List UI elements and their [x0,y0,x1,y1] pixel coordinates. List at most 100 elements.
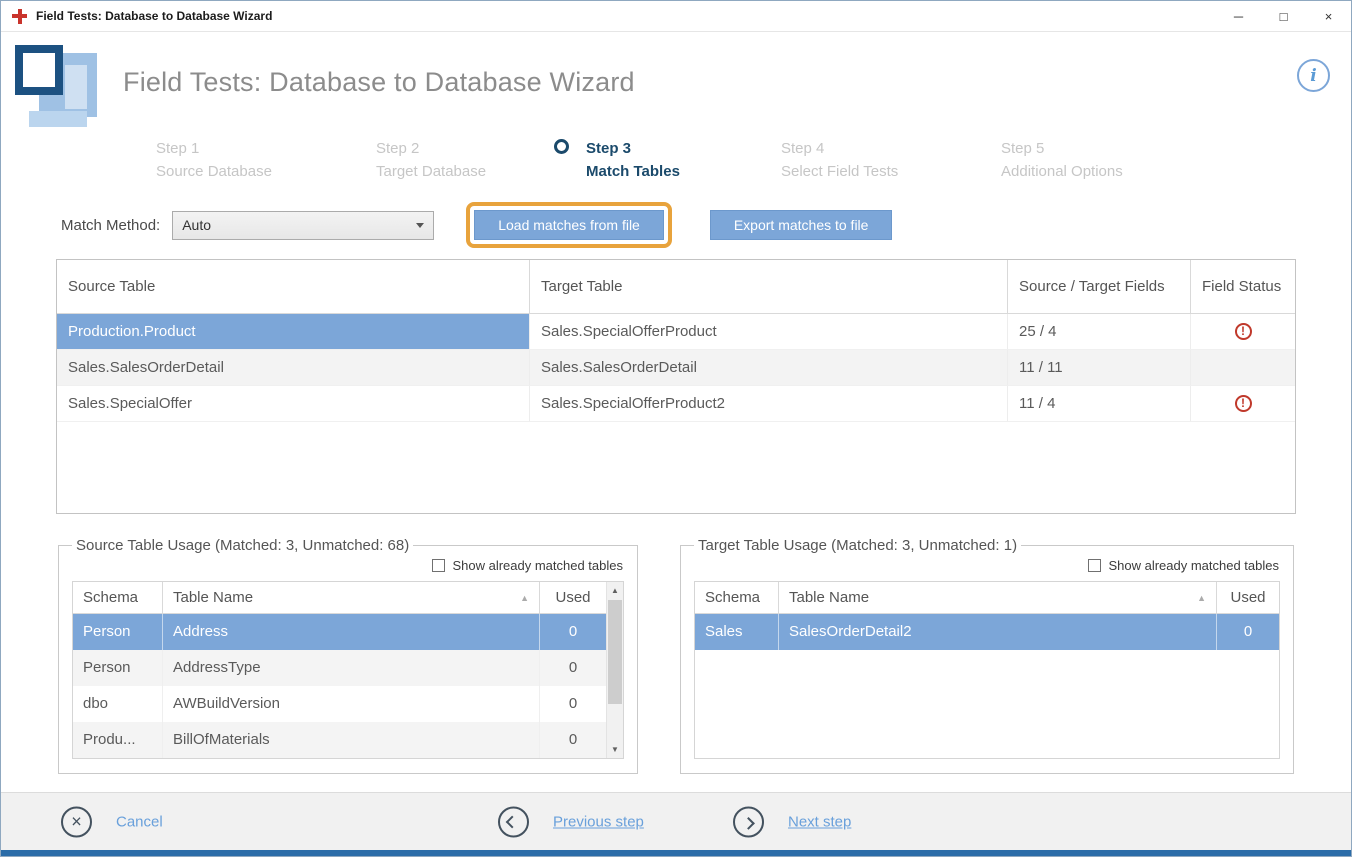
wizard-step-3-current[interactable]: Step 3 Match Tables [586,137,781,183]
chevron-left-icon [498,806,529,837]
field-status-error-icon: ! [1235,395,1252,412]
step-name: Step 3 [586,137,781,160]
field-status-cell[interactable]: ! [1191,314,1295,350]
step-name: Step 1 [156,137,376,160]
minimize-button[interactable]: ─ [1216,1,1261,31]
step-name: Step 4 [781,137,1001,160]
page-title: Field Tests: Database to Database Wizard [123,67,635,98]
wizard-step-1[interactable]: Step 1 Source Database [156,137,376,183]
source-table-cell[interactable]: Production.Product [57,314,530,350]
show-matched-checkbox[interactable] [432,559,445,572]
cancel-label: Cancel [116,813,163,830]
column-header-used[interactable]: Used [1217,582,1279,614]
step-label: Source Database [156,160,376,183]
column-header-used[interactable]: Used [540,582,606,614]
app-icon [12,9,27,24]
next-step-label: Next step [788,813,851,830]
table-name-cell[interactable]: AWBuildVersion [163,686,540,722]
window-title: Field Tests: Database to Database Wizard [36,9,272,23]
step-label: Match Tables [586,160,781,183]
schema-cell[interactable]: Person [73,614,163,650]
vertical-scrollbar[interactable]: ▲ ▼ [606,582,623,758]
used-cell[interactable]: 0 [1217,614,1279,650]
field-status-cell[interactable]: ! [1191,386,1295,422]
table-name-header-label: Table Name [173,589,253,606]
column-header-field-status: Field Status [1191,260,1295,314]
dropdown-arrow-icon [416,223,424,228]
field-status-cell[interactable] [1191,350,1295,386]
schema-cell[interactable]: dbo [73,686,163,722]
used-cell[interactable]: 0 [540,686,606,722]
fields-cell[interactable]: 11 / 4 [1008,386,1191,422]
column-header-schema[interactable]: Schema [695,582,779,614]
table-name-cell[interactable]: AddressType [163,650,540,686]
column-header-fields: Source / Target Fields [1008,260,1191,314]
maximize-button[interactable]: □ [1261,1,1306,31]
match-method-label: Match Method: [61,217,160,234]
show-matched-label[interactable]: Show already matched tables [1108,558,1279,573]
schema-cell[interactable]: Person [73,650,163,686]
fields-cell[interactable]: 25 / 4 [1008,314,1191,350]
fields-cell[interactable]: 11 / 11 [1008,350,1191,386]
match-method-value: Auto [182,217,211,233]
source-table-cell[interactable]: Sales.SpecialOffer [57,386,530,422]
scroll-down-icon[interactable]: ▼ [607,741,623,758]
show-matched-label[interactable]: Show already matched tables [452,558,623,573]
load-matches-button[interactable]: Load matches from file [474,210,664,240]
target-usage-title: Target Table Usage (Matched: 3, Unmatche… [694,537,1021,554]
column-header-table-name[interactable]: Table Name ▲ [779,582,1217,614]
table-name-cell[interactable]: Address [163,614,540,650]
schema-cell[interactable]: Sales [695,614,779,650]
chevron-right-icon [733,806,764,837]
match-table: Source Table Target Table Source / Targe… [56,259,1296,514]
previous-step-button[interactable]: Previous step [498,806,644,837]
schema-cell[interactable]: Produ... [73,722,163,758]
match-method-dropdown[interactable]: Auto [172,211,434,240]
export-wrap: Export matches to file [710,210,893,240]
step-label: Target Database [376,160,586,183]
titlebar: Field Tests: Database to Database Wizard… [1,1,1351,32]
source-show-matched-row: Show already matched tables [72,558,623,573]
target-table-cell[interactable]: Sales.SalesOrderDetail [530,350,1008,386]
window-bottom-accent [1,850,1351,856]
target-table-cell[interactable]: Sales.SpecialOfferProduct [530,314,1008,350]
scrollbar-thumb[interactable] [608,600,622,704]
sort-ascending-icon: ▲ [1197,593,1206,603]
column-header-target-table: Target Table [530,260,1008,314]
target-show-matched-row: Show already matched tables [694,558,1279,573]
logo-front-square [15,45,63,95]
used-cell[interactable]: 0 [540,722,606,758]
current-step-circle-icon [554,139,569,154]
used-cell[interactable]: 0 [540,614,606,650]
table-name-cell[interactable]: SalesOrderDetail2 [779,614,1217,650]
cancel-button[interactable]: × Cancel [61,806,163,837]
info-icon[interactable]: i [1297,59,1330,92]
previous-step-label: Previous step [553,813,644,830]
close-button[interactable]: × [1306,1,1351,31]
source-table-usage-groupbox: Source Table Usage (Matched: 3, Unmatche… [58,537,638,774]
field-status-error-icon: ! [1235,323,1252,340]
source-usage-table: Schema Table Name ▲ Used Person Address … [72,581,624,759]
window-controls: ─ □ × [1216,1,1351,31]
logo-stripe [65,65,87,109]
export-matches-button[interactable]: Export matches to file [710,210,893,240]
table-name-cell[interactable]: BillOfMaterials [163,722,540,758]
show-matched-checkbox[interactable] [1088,559,1101,572]
match-toolbar: Match Method: Auto Load matches from fil… [61,199,892,251]
target-table-usage-groupbox: Target Table Usage (Matched: 3, Unmatche… [680,537,1294,774]
source-table-cell[interactable]: Sales.SalesOrderDetail [57,350,530,386]
cancel-icon: × [61,806,92,837]
table-name-header-label: Table Name [789,589,869,606]
wizard-step-5[interactable]: Step 5 Additional Options [1001,137,1221,183]
annotation-highlight: Load matches from file [466,202,672,248]
wizard-step-4[interactable]: Step 4 Select Field Tests [781,137,1001,183]
footer-bar: × Cancel Previous step Next step [1,792,1351,850]
source-usage-title: Source Table Usage (Matched: 3, Unmatche… [72,537,413,554]
app-logo [15,45,99,127]
next-step-button[interactable]: Next step [733,806,851,837]
target-table-cell[interactable]: Sales.SpecialOfferProduct2 [530,386,1008,422]
column-header-schema[interactable]: Schema [73,582,163,614]
scroll-up-icon[interactable]: ▲ [607,582,623,599]
used-cell[interactable]: 0 [540,650,606,686]
column-header-table-name[interactable]: Table Name ▲ [163,582,540,614]
